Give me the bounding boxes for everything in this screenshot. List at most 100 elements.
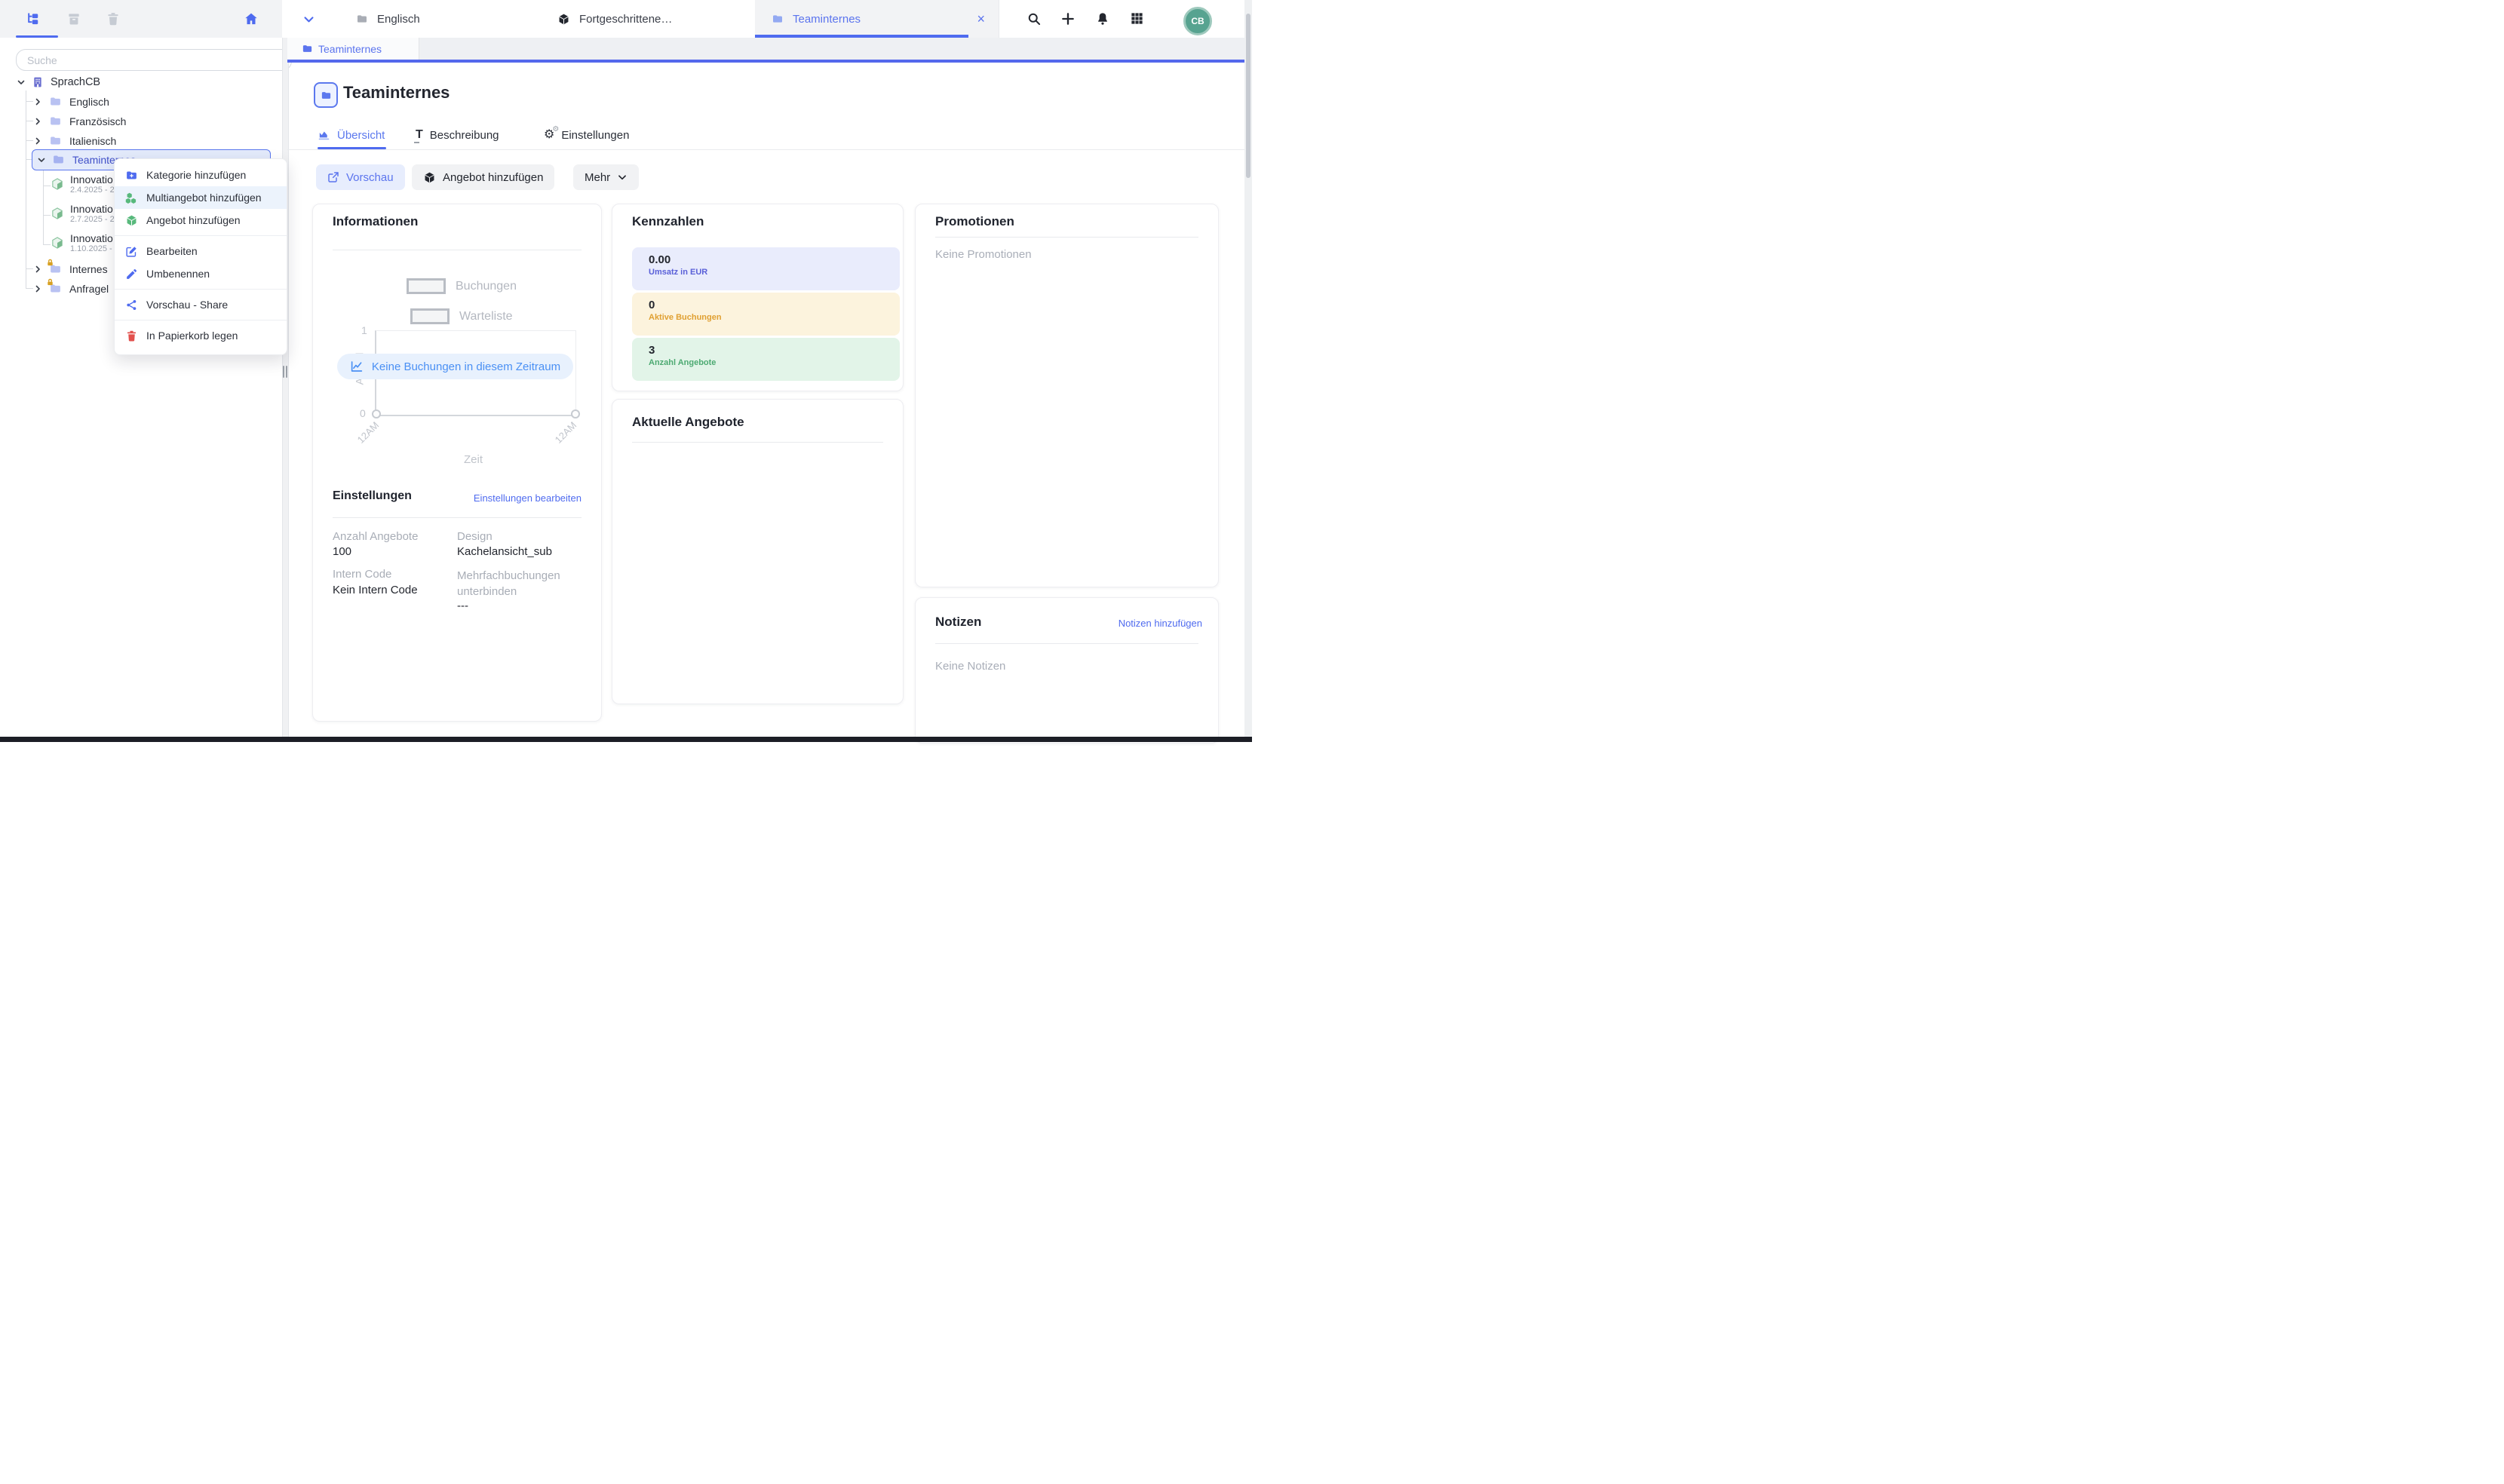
trash-icon [125, 330, 138, 342]
tabs-chevron-down-icon[interactable] [302, 13, 315, 26]
trash-icon[interactable] [106, 11, 121, 26]
tab-beschreibung[interactable]: T Beschreibung [416, 123, 499, 147]
folder-tree-icon[interactable] [26, 11, 41, 26]
folder-icon [49, 134, 62, 147]
menu-item-vorschau-share[interactable]: Vorschau - Share [115, 293, 287, 316]
field-value: Kachelansicht_sub [457, 545, 552, 558]
menu-item-label: Vorschau - Share [146, 299, 228, 311]
card-promotionen: Promotionen Keine Promotionen [915, 204, 1219, 587]
tree-offer-2[interactable]: Innovatio 2.7.2025 - 2 [51, 203, 115, 224]
card-divider [333, 517, 582, 518]
menu-item-label: Angebot hinzufügen [146, 214, 241, 226]
archive-icon[interactable] [66, 11, 81, 26]
avatar[interactable]: CB [1183, 7, 1212, 35]
tree-line [43, 170, 44, 244]
tree-item-label: Internes [69, 263, 108, 275]
field-label: Intern Code [333, 568, 391, 581]
stat-label: Aktive Buchungen [649, 313, 900, 322]
chart-endpoint [372, 409, 381, 419]
chevron-down-icon[interactable] [37, 155, 46, 164]
tree-line [26, 268, 33, 269]
tree-line [43, 215, 51, 216]
tab-einstellungen[interactable]: ⚙⚙ Einstellungen [544, 123, 629, 147]
tree-item-internes[interactable]: Internes [33, 262, 108, 275]
cube-icon [125, 214, 138, 227]
stat-aktive-buchungen: 0 Aktive Buchungen [632, 293, 900, 336]
tree-item-anfragel[interactable]: Anfragel [33, 282, 109, 295]
legend-swatch [407, 278, 446, 294]
chevron-right-icon[interactable] [33, 265, 42, 274]
card-divider [935, 237, 1198, 238]
offer-date: 2.4.2025 - 2 [70, 186, 115, 195]
legend-buchungen: Buchungen [407, 278, 517, 294]
folder-icon [772, 13, 784, 25]
window-tab-fortgeschrittene[interactable]: Fortgeschrittene… × [541, 0, 786, 38]
legend-swatch [410, 308, 450, 324]
menu-item-umbenennen[interactable]: Umbenennen [115, 262, 287, 285]
chevron-right-icon[interactable] [33, 136, 42, 146]
tree-item-label: Italienisch [69, 135, 116, 147]
tree-item-label: Englisch [69, 96, 109, 108]
window-tab-englisch[interactable]: Englisch × [339, 0, 572, 38]
sidebar-resize-handle[interactable] [283, 366, 287, 378]
page-scrollbar-thumb[interactable] [1246, 14, 1250, 178]
tree-item-italienisch[interactable]: Italienisch [33, 134, 116, 147]
add-icon[interactable] [1060, 11, 1076, 26]
window-tab-teaminternes[interactable]: Teaminternes × [755, 0, 999, 38]
tree-root-label: SprachCB [51, 76, 100, 88]
field-value: 100 [333, 545, 351, 558]
window-tab-label: Englisch [377, 13, 490, 26]
more-button[interactable]: Mehr [573, 164, 639, 190]
breadcrumb-label: Teaminternes [318, 43, 382, 55]
tree-item-franzoesisch[interactable]: Französisch [33, 115, 126, 127]
search-input[interactable] [16, 49, 292, 71]
close-icon[interactable]: × [977, 12, 985, 26]
tree-offer-1[interactable]: Innovatio 2.4.2025 - 2 [51, 173, 115, 195]
offer-cube-icon [51, 207, 64, 220]
field-label: Design [457, 530, 493, 543]
page-title: Teaminternes [343, 83, 450, 103]
chevron-right-icon[interactable] [33, 117, 42, 126]
menu-item-kategorie-hinzufuegen[interactable]: Kategorie hinzufügen [115, 164, 287, 186]
settings-heading: Einstellungen [333, 489, 412, 503]
card-title: Kennzahlen [632, 214, 704, 229]
empty-state-text: Keine Notizen [935, 660, 1005, 673]
edit-settings-link[interactable]: Einstellungen bearbeiten [474, 492, 582, 504]
menu-item-in-papierkorb-legen[interactable]: In Papierkorb legen [115, 324, 287, 347]
field-value: --- [457, 599, 468, 612]
top-bar: Englisch × Fortgeschrittene… × Teaminter… [0, 0, 1252, 38]
menu-item-label: Multiangebot hinzufügen [146, 192, 262, 204]
card-title: Informationen [333, 214, 418, 229]
notifications-bell-icon[interactable] [1095, 11, 1110, 26]
x-tick-right: 12AM [553, 419, 579, 446]
card-title: Notizen [935, 615, 981, 630]
chevron-right-icon[interactable] [33, 97, 42, 106]
preview-button[interactable]: Vorschau [316, 164, 405, 190]
tab-uebersicht[interactable]: Übersicht [318, 123, 385, 147]
menu-item-angebot-hinzufuegen[interactable]: Angebot hinzufügen [115, 209, 287, 231]
folder-icon [49, 115, 62, 127]
menu-item-multiangebot-hinzufuegen[interactable]: Multiangebot hinzufügen [115, 186, 287, 209]
offer-label: Innovatio [70, 203, 115, 215]
folder-plus-icon [125, 169, 138, 182]
tree-offer-3[interactable]: Innovatio 1.10.2025 - 1 [51, 232, 119, 253]
chevron-right-icon[interactable] [33, 284, 42, 293]
field-label: Anzahl Angebote [333, 530, 418, 543]
x-tick-left: 12AM [355, 419, 382, 446]
tree-item-englisch[interactable]: Englisch [33, 95, 109, 108]
tree-root-sprachcb[interactable]: SprachCB [17, 76, 100, 88]
legend-label: Warteliste [459, 310, 513, 323]
add-offer-button[interactable]: Angebot hinzufügen [412, 164, 554, 190]
menu-item-bearbeiten[interactable]: Bearbeiten [115, 240, 287, 262]
apps-grid-icon[interactable] [1130, 11, 1145, 26]
sidebar-resize-gutter[interactable] [282, 38, 289, 742]
card-aktuelle-angebote: Aktuelle Angebote [612, 399, 904, 704]
home-icon[interactable] [244, 11, 259, 26]
breadcrumb[interactable]: Teaminternes [287, 38, 419, 60]
stat-umsatz: 0.00 Umsatz in EUR [632, 247, 900, 290]
add-notes-link[interactable]: Notizen hinzufügen [1119, 618, 1202, 629]
window-tab-label: Teaminternes [793, 13, 906, 26]
chevron-down-icon[interactable] [17, 78, 26, 87]
search-icon[interactable] [1026, 11, 1042, 26]
stat-anzahl-angebote: 3 Anzahl Angebote [632, 338, 900, 381]
